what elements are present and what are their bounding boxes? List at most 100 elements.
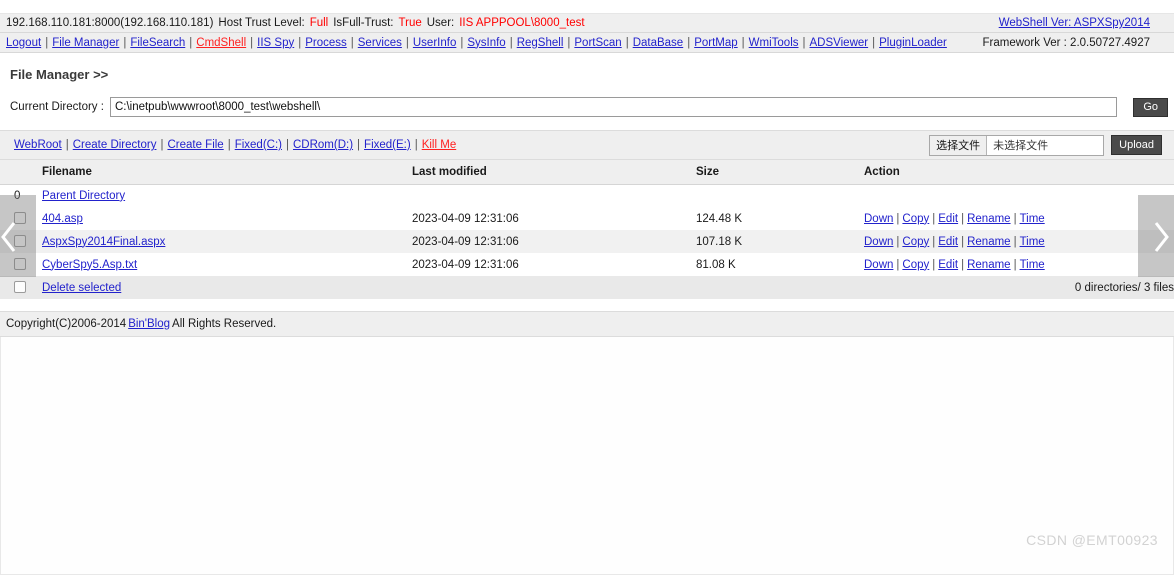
nav-item-wmitools[interactable]: WmiTools xyxy=(749,37,799,49)
file-link[interactable]: CyberSpy5.Asp.txt xyxy=(42,259,137,271)
nav-separator: | xyxy=(687,36,691,49)
action-time[interactable]: Time xyxy=(1020,236,1045,248)
nav-item-file-manager[interactable]: File Manager xyxy=(52,37,119,49)
toolbar-separator: | xyxy=(65,139,69,151)
copyright-bar: Copyright(C)2006-2014 Bin'Blog All Right… xyxy=(0,311,1174,337)
nav-item-process[interactable]: Process xyxy=(305,37,347,49)
nav-item-iis-spy[interactable]: IIS Spy xyxy=(257,37,294,49)
toolbar-separator: | xyxy=(414,139,418,151)
cell-empty xyxy=(412,184,696,207)
cell-last-modified: 2023-04-09 12:31:06 xyxy=(412,253,696,276)
watermark-text: CSDN @EMT00923 xyxy=(1026,532,1158,548)
action-separator: | xyxy=(932,258,936,271)
select-all-checkbox[interactable] xyxy=(14,281,26,294)
current-directory-label: Current Directory : xyxy=(10,101,104,113)
action-separator: | xyxy=(1013,258,1017,271)
action-separator: | xyxy=(932,212,936,225)
toolbar-item-fixed-e-[interactable]: Fixed(E:) xyxy=(364,139,411,151)
action-rename[interactable]: Rename xyxy=(967,259,1010,271)
header-select xyxy=(0,160,36,185)
nav-item-sysinfo[interactable]: SysInfo xyxy=(467,37,505,49)
nav-item-database[interactable]: DataBase xyxy=(633,37,684,49)
isfulltrust-value: True xyxy=(398,17,422,29)
nav-separator: | xyxy=(250,36,254,49)
upload-button[interactable]: Upload xyxy=(1111,135,1162,155)
action-down[interactable]: Down xyxy=(864,236,893,248)
cell-size: 124.48 K xyxy=(696,207,864,230)
toolbar-item-create-directory[interactable]: Create Directory xyxy=(73,139,157,151)
nav-item-portmap[interactable]: PortMap xyxy=(694,37,737,49)
go-button[interactable]: Go xyxy=(1133,97,1168,117)
chosen-file-name: 未选择文件 xyxy=(993,140,1049,152)
nav-item-filesearch[interactable]: FileSearch xyxy=(130,37,185,49)
cell-size: 81.08 K xyxy=(696,253,864,276)
nav-separator: | xyxy=(625,36,629,49)
header-size: Size xyxy=(696,160,864,185)
action-copy[interactable]: Copy xyxy=(902,236,929,248)
action-copy[interactable]: Copy xyxy=(902,259,929,271)
action-separator: | xyxy=(961,235,965,248)
nav-separator: | xyxy=(741,36,745,49)
action-edit[interactable]: Edit xyxy=(938,236,958,248)
action-time[interactable]: Time xyxy=(1020,259,1045,271)
cell-size: 107.18 K xyxy=(696,230,864,253)
nav-separator: | xyxy=(567,36,571,49)
nav-separator: | xyxy=(350,36,354,49)
current-directory-row: Current Directory : Go xyxy=(0,94,1174,120)
toolbar-item-create-file[interactable]: Create File xyxy=(167,139,223,151)
toolbar-item-kill-me[interactable]: Kill Me xyxy=(422,139,457,151)
action-rename[interactable]: Rename xyxy=(967,213,1010,225)
file-listing-table: Filename Last modified Size Action 0 Pare… xyxy=(0,160,1174,299)
action-separator: | xyxy=(961,212,965,225)
cell-filename: 404.asp xyxy=(36,207,412,230)
nav-item-services[interactable]: Services xyxy=(358,37,402,49)
user-label: User: xyxy=(426,17,455,29)
toolbar-item-cdrom-d-[interactable]: CDRom(D:) xyxy=(293,139,353,151)
file-link[interactable]: 404.asp xyxy=(42,213,83,225)
parent-directory-row: 0 Parent Directory xyxy=(0,184,1174,207)
choose-file-button[interactable]: 选择文件 xyxy=(930,135,988,155)
nav-item-pluginloader[interactable]: PluginLoader xyxy=(879,37,947,49)
toolbar-item-fixed-c-[interactable]: Fixed(C:) xyxy=(235,139,282,151)
toolbar-separator: | xyxy=(285,139,289,151)
parent-directory-link[interactable]: Parent Directory xyxy=(42,190,125,202)
action-separator: | xyxy=(896,235,900,248)
nav-item-adsviewer[interactable]: ADSViewer xyxy=(810,37,869,49)
file-table-header-row: Filename Last modified Size Action xyxy=(0,160,1174,185)
action-down[interactable]: Down xyxy=(864,259,893,271)
file-manager-content: File Manager >> Current Directory : Go W… xyxy=(0,53,1174,575)
carousel-next-button[interactable] xyxy=(1148,213,1174,261)
file-link[interactable]: AspxSpy2014Final.aspx xyxy=(42,236,165,248)
host-info-bar: 192.168.110.181:8000(192.168.110.181) Ho… xyxy=(0,14,1174,33)
nav-item-userinfo[interactable]: UserInfo xyxy=(413,37,456,49)
toolbar-item-webroot[interactable]: WebRoot xyxy=(14,139,62,151)
action-down[interactable]: Down xyxy=(864,213,893,225)
webshell-version-link[interactable]: WebShell Ver: ASPXSpy2014 xyxy=(999,17,1150,29)
nav-item-regshell[interactable]: RegShell xyxy=(517,37,564,49)
framework-version: Framework Ver : 2.0.50727.4927 xyxy=(982,36,1151,49)
toolbar-links-group: WebRoot | Create Directory | Create File | Fix… xyxy=(14,139,456,151)
current-directory-input[interactable] xyxy=(109,97,1118,117)
delete-selected-link[interactable]: Delete selected xyxy=(42,282,121,294)
action-separator: | xyxy=(896,212,900,225)
nav-item-portscan[interactable]: PortScan xyxy=(574,37,621,49)
carousel-prev-button[interactable] xyxy=(0,213,22,261)
nav-separator: | xyxy=(189,36,193,49)
action-separator: | xyxy=(932,235,936,248)
action-edit[interactable]: Edit xyxy=(938,213,958,225)
action-time[interactable]: Time xyxy=(1020,213,1045,225)
action-rename[interactable]: Rename xyxy=(967,236,1010,248)
copyright-link[interactable]: Bin'Blog xyxy=(128,318,170,330)
nav-separator: | xyxy=(45,36,49,49)
action-edit[interactable]: Edit xyxy=(938,259,958,271)
nav-separator: | xyxy=(802,36,806,49)
nav-separator: | xyxy=(872,36,876,49)
nav-item-cmdshell[interactable]: CmdShell xyxy=(196,37,246,49)
file-upload-picker[interactable]: 选择文件 未选择文件 xyxy=(929,134,1105,156)
nav-links-group: Logout | File Manager | FileSearch | CmdShell |… xyxy=(6,37,947,49)
cell-empty xyxy=(696,276,864,299)
nav-item-logout[interactable]: Logout xyxy=(6,37,41,49)
action-copy[interactable]: Copy xyxy=(902,213,929,225)
user-value: IIS APPPOOL\8000_test xyxy=(459,17,585,29)
file-actions-toolbar: WebRoot | Create Directory | Create File | Fix… xyxy=(0,130,1174,160)
